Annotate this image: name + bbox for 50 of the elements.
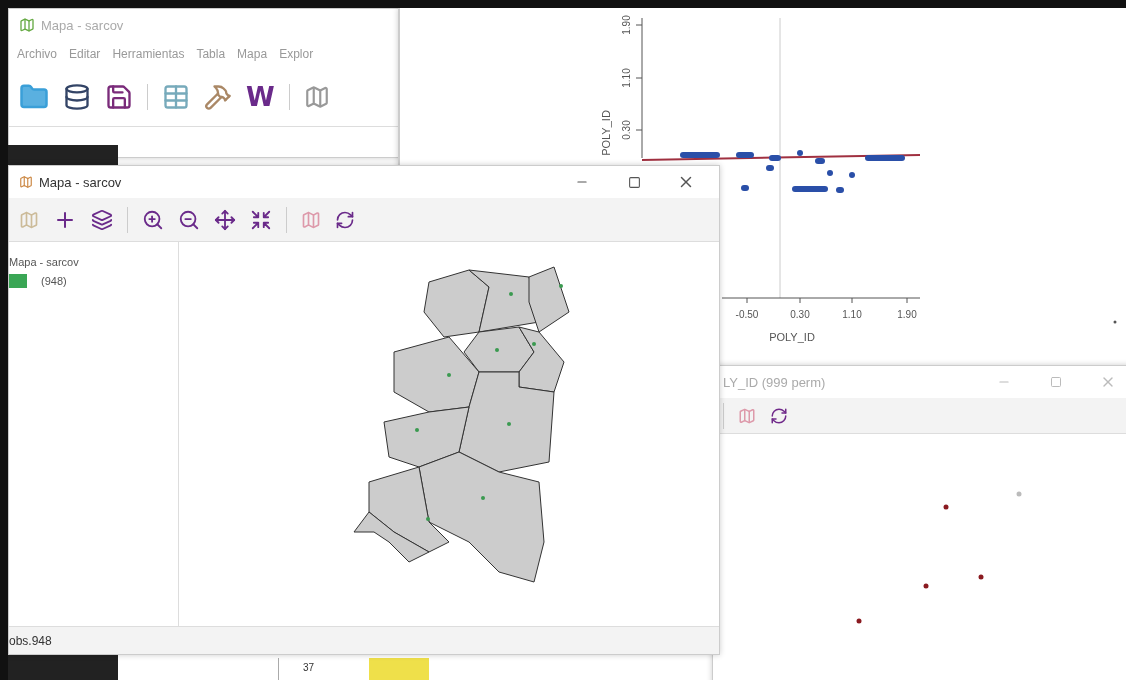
refresh-icon[interactable] — [335, 209, 355, 230]
axis-title: POLY_ID — [769, 331, 815, 343]
axis-tick-label: 1.10 — [842, 309, 862, 320]
window-title: Mapa - sarcov — [39, 174, 123, 190]
axis-tick-label: 1.90 — [621, 15, 632, 35]
axis-tick-label: 0.30 — [790, 309, 810, 320]
zoom-out-icon[interactable] — [178, 208, 200, 231]
window-title: Mapa - sarcov — [41, 17, 125, 33]
save-icon[interactable] — [105, 82, 133, 111]
menu-item[interactable]: Archivo — [17, 47, 57, 61]
menu-item[interactable]: Explor — [279, 47, 314, 61]
status-text: obs.948 — [9, 633, 52, 648]
data-point — [736, 152, 754, 158]
data-point — [797, 150, 803, 156]
layers-icon[interactable] — [91, 208, 113, 231]
refresh-icon[interactable] — [770, 406, 788, 425]
axis-tick-label: 1.90 — [897, 309, 917, 320]
app-icon — [19, 17, 35, 33]
axis-tick-label: 0.30 — [621, 120, 632, 140]
maximize-icon[interactable] — [627, 175, 641, 189]
menu-item[interactable]: Editar — [69, 47, 101, 61]
menu-item[interactable]: Tabla — [196, 47, 226, 61]
data-point — [769, 155, 781, 161]
table-icon[interactable] — [162, 82, 190, 111]
window-title: LY_ID (999 perm) — [723, 374, 827, 390]
axis-tick-label: 1.10 — [621, 68, 632, 88]
menu-item[interactable]: Mapa — [237, 47, 268, 61]
data-point — [849, 172, 855, 178]
fit-icon[interactable] — [250, 208, 272, 231]
data-point — [792, 186, 828, 192]
menu-item[interactable]: Herramientas — [112, 47, 185, 61]
hammer-icon[interactable] — [204, 82, 232, 111]
legend-title: Mapa - sarcov — [9, 256, 80, 268]
database-icon[interactable] — [63, 82, 91, 111]
toolbar-button[interactable]: W — [246, 81, 275, 112]
app-icon — [19, 175, 33, 189]
axis-title: POLY_ID — [600, 110, 612, 156]
data-point — [680, 152, 720, 158]
axis-tick-label: -0.50 — [735, 309, 759, 320]
data-point — [1113, 320, 1117, 324]
data-point — [766, 165, 774, 171]
legend-label: (948) — [41, 275, 67, 287]
data-point — [865, 155, 905, 161]
data-point — [836, 187, 844, 193]
data-point — [815, 158, 825, 164]
map-icon[interactable] — [303, 83, 330, 110]
pan-icon[interactable] — [214, 208, 236, 231]
data-point — [741, 185, 749, 191]
data-point — [827, 170, 833, 176]
zoom-in-icon[interactable] — [142, 208, 164, 231]
